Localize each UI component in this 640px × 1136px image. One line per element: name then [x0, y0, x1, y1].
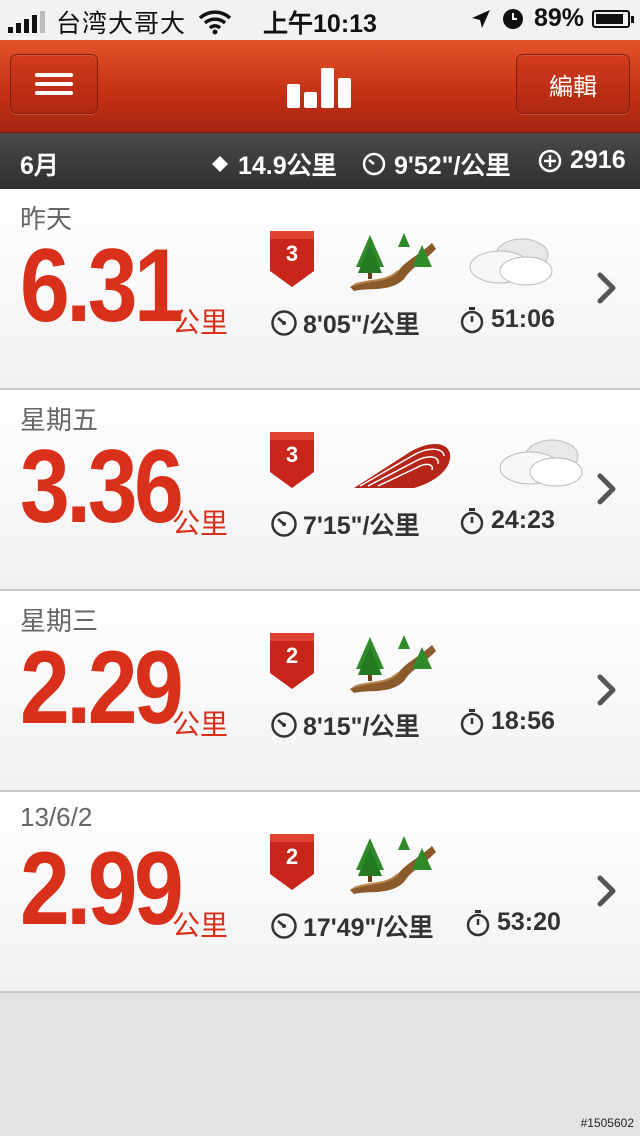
run-duration: 24:23	[458, 506, 555, 535]
pace-gauge-icon	[270, 711, 298, 739]
chevron-right-icon	[596, 673, 618, 707]
pace-gauge-icon	[270, 510, 298, 538]
run-distance-unit: 公里	[172, 709, 229, 740]
run-pace: 17'49"/公里	[270, 908, 433, 944]
battery-icon	[592, 9, 634, 28]
trail-terrain-icon	[346, 227, 436, 291]
edit-button[interactable]: 編輯	[516, 54, 630, 114]
run-duration-value: 53:20	[497, 908, 561, 936]
run-distance: 6.31	[20, 228, 184, 344]
summary-calories-value: 2916	[570, 146, 626, 174]
nav-bar: 編輯	[0, 40, 640, 133]
run-pace-value: 7'15"/公里	[303, 512, 420, 540]
pace-gauge-icon	[270, 309, 298, 337]
run-pace-value: 8'05"/公里	[303, 311, 420, 339]
run-duration-value: 51:06	[491, 305, 555, 333]
run-distance: 2.99	[20, 831, 184, 947]
level-badge-number: 2	[285, 643, 299, 668]
run-duration: 53:20	[464, 908, 561, 937]
cloudy-weather-icon	[496, 434, 586, 490]
run-duration: 51:06	[458, 305, 555, 334]
run-duration-value: 24:23	[491, 506, 555, 534]
summary-pace-value: 9'52"/公里	[394, 152, 511, 180]
stopwatch-icon	[458, 306, 486, 334]
run-row[interactable]: 13/6/2 2.99 公里 2 17'49"/公里 53:20	[0, 792, 640, 993]
summary-bar: 6月 14.9公里 9'52"/公里 2916	[0, 133, 640, 189]
run-distance: 3.36	[20, 429, 184, 545]
run-row[interactable]: 星期五 3.36 公里 3 7'15"/公里 24:23	[0, 390, 640, 591]
summary-month: 6月	[20, 152, 59, 180]
summary-pace: 9'52"/公里	[362, 146, 510, 182]
bar-chart-logo-icon	[287, 68, 351, 108]
cloudy-weather-icon	[466, 233, 556, 289]
level-badge-number: 2	[285, 844, 299, 869]
run-duration: 18:56	[458, 707, 555, 736]
status-bar: 台湾大哥大 上午10:13 89%	[0, 0, 640, 40]
run-distance-unit: 公里	[172, 508, 229, 539]
battery-percent: 89%	[533, 4, 584, 32]
level-badge-number: 3	[285, 241, 299, 266]
run-pace: 7'15"/公里	[270, 506, 419, 542]
run-date: 13/6/2	[20, 802, 93, 832]
stopwatch-icon	[464, 909, 492, 937]
diamond-icon	[212, 156, 228, 172]
run-pace-value: 8'15"/公里	[303, 713, 420, 741]
stopwatch-icon	[458, 507, 486, 535]
location-icon	[471, 9, 490, 28]
hamburger-menu-icon	[35, 68, 73, 100]
chevron-right-icon	[596, 472, 618, 506]
summary-distance-value: 14.9公里	[238, 152, 337, 180]
menu-button[interactable]	[10, 54, 98, 114]
track-terrain-icon	[352, 434, 452, 490]
chevron-right-icon	[596, 271, 618, 305]
trail-terrain-icon	[346, 830, 436, 894]
run-pace-value: 17'49"/公里	[303, 914, 434, 942]
level-badge-number: 3	[285, 442, 299, 467]
run-row[interactable]: 星期三 2.29 公里 2 8'15"/公里 18:56	[0, 591, 640, 792]
clock-icon	[502, 8, 523, 29]
run-duration-value: 18:56	[491, 707, 555, 735]
summary-calories: 2916	[538, 146, 626, 175]
trail-terrain-icon	[346, 629, 436, 693]
run-row[interactable]: 昨天 6.31 公里 3 8'05"/公里 51:06	[0, 189, 640, 390]
watermark: #1505602	[580, 1116, 634, 1130]
summary-distance: 14.9公里	[210, 146, 337, 182]
pace-gauge-icon	[362, 152, 386, 176]
pace-gauge-icon	[270, 912, 298, 940]
chevron-right-icon	[596, 874, 618, 908]
run-pace: 8'15"/公里	[270, 707, 419, 743]
stopwatch-icon	[458, 708, 486, 736]
run-pace: 8'05"/公里	[270, 305, 419, 341]
run-distance: 2.29	[20, 630, 184, 746]
run-distance-unit: 公里	[172, 910, 229, 941]
run-list: 昨天 6.31 公里 3 8'05"/公里 51:06 星期五 3.36 公里 …	[0, 189, 640, 993]
run-distance-unit: 公里	[172, 307, 229, 338]
calories-plus-icon	[538, 149, 562, 172]
